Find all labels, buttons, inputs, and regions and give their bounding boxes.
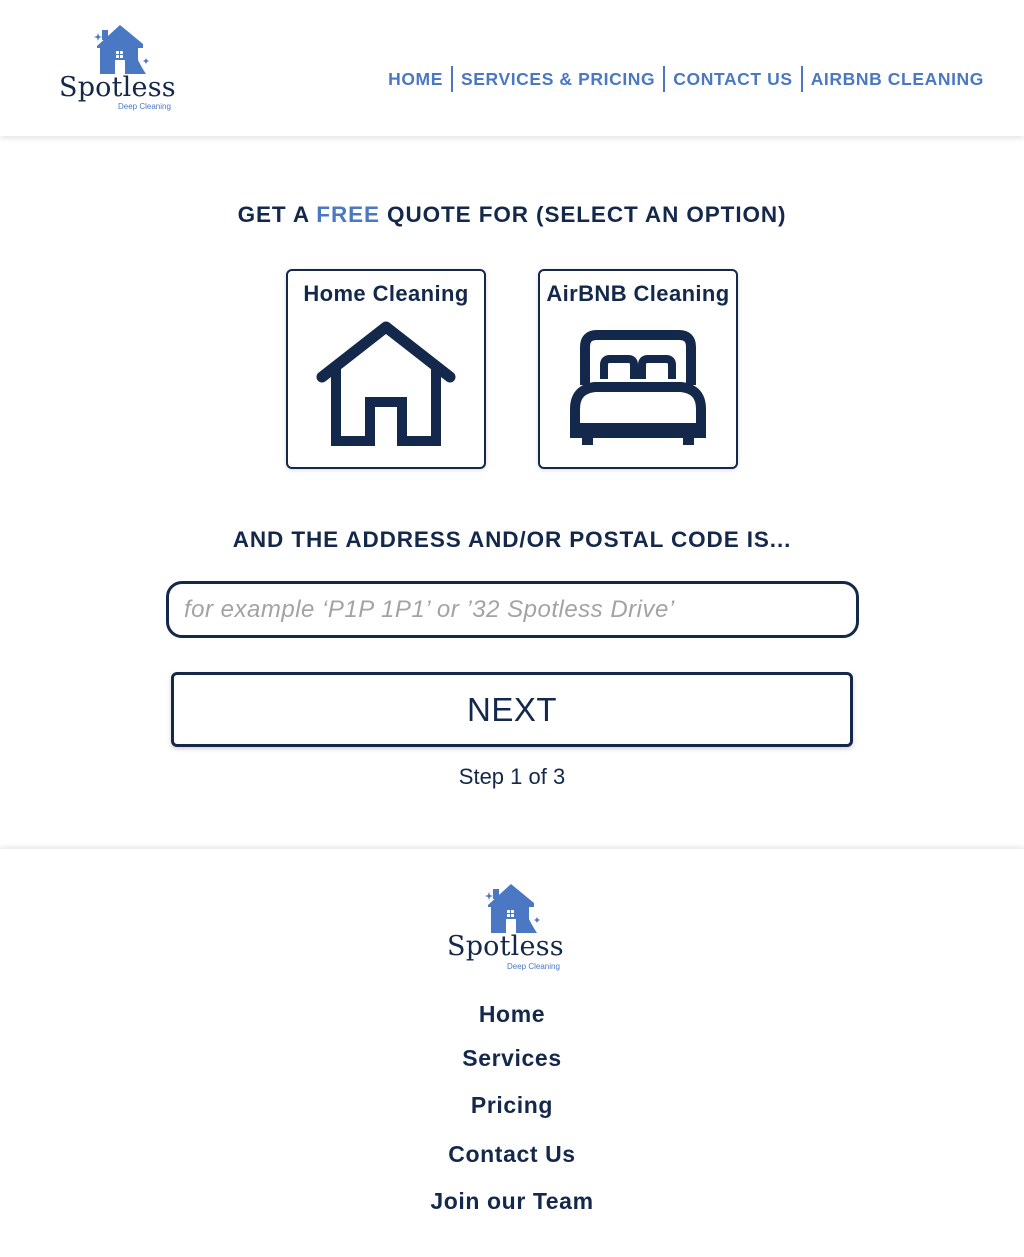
next-button[interactable]: NEXT: [171, 672, 853, 747]
step-indicator: Step 1 of 3: [458, 764, 566, 789]
footer-link-contact-us[interactable]: Contact Us: [0, 1141, 1024, 1168]
house-sparkle-icon: [485, 884, 540, 933]
site-footer: Spotless Deep Cleaning Home Services Pri…: [0, 849, 1024, 1257]
address-input[interactable]: [166, 581, 859, 638]
header-logo[interactable]: Spotless Deep Cleaning: [58, 20, 188, 115]
footer-link-services[interactable]: Services: [0, 1045, 1024, 1072]
logo-wordmark: Spotless: [59, 72, 176, 103]
house-outline-icon: [316, 321, 456, 446]
footer-logo[interactable]: Spotless Deep Cleaning: [447, 879, 579, 975]
option-label: AirBNB Cleaning: [546, 281, 730, 306]
quote-heading-free: FREE: [316, 202, 380, 227]
option-home-cleaning[interactable]: Home Cleaning: [286, 269, 486, 469]
option-label: Home Cleaning: [303, 281, 469, 306]
footer-link-pricing[interactable]: Pricing: [0, 1092, 1024, 1119]
nav-divider: [800, 66, 803, 92]
address-heading: AND THE ADDRESS AND/OR POSTAL CODE IS...: [232, 527, 792, 552]
nav-divider: [450, 66, 453, 92]
nav-divider: [663, 66, 666, 92]
quote-heading-pre: GET A: [237, 202, 317, 227]
quote-heading: GET A FREE QUOTE FOR (SELECT AN OPTION): [0, 202, 1024, 228]
nav-services-pricing[interactable]: SERVICES & PRICING: [461, 69, 655, 90]
house-sparkle-icon: [94, 25, 149, 74]
nav-home[interactable]: HOME: [388, 69, 443, 90]
quote-section: GET A FREE QUOTE FOR (SELECT AN OPTION) …: [0, 136, 1024, 848]
bed-icon: [570, 330, 706, 445]
quote-heading-post: QUOTE FOR (SELECT AN OPTION): [379, 202, 787, 227]
footer-link-home[interactable]: Home: [0, 1001, 1024, 1028]
footer-link-join-our-team[interactable]: Join our Team: [0, 1188, 1024, 1215]
option-airbnb-cleaning[interactable]: AirBNB Cleaning: [538, 269, 738, 469]
nav-contact-us[interactable]: CONTACT US: [673, 69, 792, 90]
logo-wordmark: Spotless: [447, 931, 564, 962]
logo-tagline: Deep Cleaning: [507, 962, 560, 971]
nav-airbnb-cleaning[interactable]: AIRBNB CLEANING: [811, 69, 984, 90]
logo-tagline: Deep Cleaning: [118, 102, 171, 111]
main-nav: HOME SERVICES & PRICING CONTACT US AIRBN…: [388, 66, 984, 92]
site-header: Spotless Deep Cleaning HOME SERVICES & P…: [0, 0, 1024, 136]
